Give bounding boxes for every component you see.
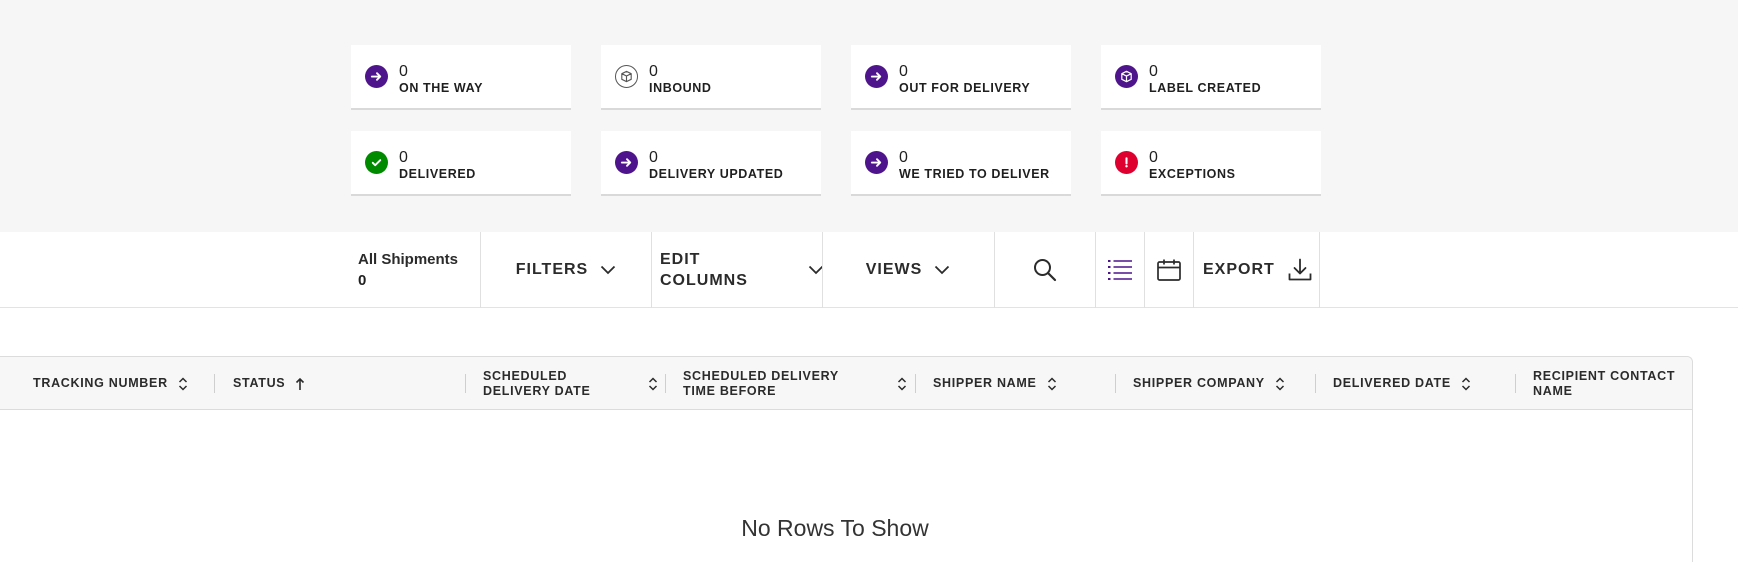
column-divider[interactable]	[915, 374, 916, 393]
column-header-line: TIME BEFORE	[683, 383, 777, 398]
column-header-label: SHIPPER NAME	[933, 376, 1037, 390]
column-header-status[interactable]: STATUS	[233, 357, 463, 409]
calendar-view-toggle[interactable]	[1145, 232, 1193, 308]
edit-columns-label-line1: EDIT	[660, 251, 701, 268]
column-header-label: TRACKING NUMBER	[33, 376, 168, 390]
list-view-icon	[1108, 260, 1132, 280]
grid-header-row: TRACKING NUMBER STATUS SCHEDULED DELIVER…	[0, 357, 1692, 410]
filters-label: FILTERS	[515, 261, 589, 278]
summary-label: INBOUND	[649, 81, 712, 95]
edit-columns-dropdown[interactable]: EDIT COLUMNS	[652, 232, 824, 308]
column-divider[interactable]	[1515, 374, 1516, 393]
sort-icon	[178, 376, 187, 391]
summary-label: ON THE WAY	[399, 81, 484, 95]
package-icon	[615, 65, 638, 88]
calendar-icon	[1157, 259, 1181, 281]
summary-card-we-tried-to-deliver[interactable]: 0 WE TRIED TO DELIVER	[851, 131, 1071, 196]
summary-label: EXCEPTIONS	[1149, 167, 1236, 181]
column-header-label: STATUS	[233, 376, 286, 390]
filters-dropdown[interactable]: FILTERS	[481, 232, 651, 308]
summary-count: 0	[399, 63, 408, 80]
sort-icon	[1461, 376, 1470, 391]
export-button[interactable]: EXPORT	[1194, 232, 1319, 308]
summary-count: 0	[899, 63, 908, 80]
summary-count: 0	[399, 149, 408, 166]
column-header-label: SHIPPER COMPANY	[1133, 376, 1265, 390]
column-header-line: SCHEDULED DELIVERY	[683, 368, 839, 383]
summary-label: LABEL CREATED	[1149, 81, 1262, 95]
summary-card-out-for-delivery[interactable]: 0 OUT FOR DELIVERY	[851, 45, 1071, 110]
summary-card-delivery-updated[interactable]: 0 DELIVERY UPDATED	[601, 131, 821, 196]
summary-count: 0	[649, 63, 658, 80]
download-icon	[1288, 258, 1312, 281]
check-icon	[365, 151, 388, 174]
summary-count: 0	[899, 149, 908, 166]
summary-card-label-created[interactable]: 0 LABEL CREATED	[1101, 45, 1321, 110]
package-icon	[1115, 65, 1138, 88]
sort-icon	[648, 376, 658, 391]
arrow-right-icon	[865, 65, 888, 88]
arrow-right-icon	[365, 65, 388, 88]
all-shipments-count: 0	[358, 272, 367, 289]
summary-count: 0	[1149, 63, 1158, 80]
search-icon	[1034, 259, 1057, 282]
sort-ascending-icon	[296, 377, 305, 390]
column-header-line: NAME	[1533, 383, 1573, 398]
column-header-line: RECIPIENT CONTACT	[1533, 368, 1676, 383]
column-header-tracking-number[interactable]: TRACKING NUMBER	[33, 357, 211, 409]
shipments-grid: TRACKING NUMBER STATUS SCHEDULED DELIVER…	[0, 356, 1693, 562]
sort-icon	[1047, 376, 1056, 391]
column-header-label: SCHEDULED DELIVERY TIME BEFORE	[683, 369, 839, 399]
list-view-toggle[interactable]	[1096, 232, 1144, 308]
summary-card-on-the-way[interactable]: 0 ON THE WAY	[351, 45, 571, 110]
column-header-line: SCHEDULED	[483, 368, 568, 383]
chevron-down-icon	[601, 265, 616, 275]
column-divider[interactable]	[214, 374, 215, 393]
arrow-right-icon	[615, 151, 638, 174]
all-shipments-summary: All Shipments 0	[358, 232, 478, 308]
edit-columns-label-line2: COLUMNS	[660, 272, 748, 289]
empty-grid-message: No Rows To Show	[741, 515, 929, 541]
summary-card-exceptions[interactable]: 0 EXCEPTIONS	[1101, 131, 1321, 196]
column-divider[interactable]	[665, 374, 666, 393]
exclamation-icon	[1115, 151, 1138, 174]
column-header-label: RECIPIENT CONTACT NAME	[1533, 369, 1675, 399]
column-divider[interactable]	[1115, 374, 1116, 393]
all-shipments-label: All Shipments	[358, 251, 459, 268]
column-header-label: DELIVERED DATE	[1333, 376, 1451, 390]
summary-count: 0	[649, 149, 658, 166]
shipments-toolbar: All Shipments 0 FILTERS EDIT COLUMNS VIE…	[0, 232, 1738, 308]
column-header-scheduled-delivery-time-before[interactable]: SCHEDULED DELIVERY TIME BEFORE	[683, 357, 907, 409]
export-label: EXPORT	[1203, 261, 1275, 278]
search-button[interactable]	[995, 232, 1095, 308]
views-dropdown[interactable]: VIEWS	[823, 232, 993, 308]
sort-icon	[1275, 376, 1284, 391]
column-header-scheduled-delivery-date[interactable]: SCHEDULED DELIVERY DATE	[483, 357, 659, 409]
column-divider[interactable]	[1315, 374, 1316, 393]
summary-label: OUT FOR DELIVERY	[899, 81, 1031, 95]
toolbar-divider	[1319, 232, 1320, 308]
views-label: VIEWS	[865, 261, 923, 278]
column-header-shipper-company[interactable]: SHIPPER COMPANY	[1133, 357, 1313, 409]
column-header-label: SCHEDULED DELIVERY DATE	[483, 369, 591, 399]
summary-label: DELIVERY UPDATED	[649, 167, 784, 181]
column-header-delivered-date[interactable]: DELIVERED DATE	[1333, 357, 1513, 409]
sort-icon	[897, 376, 907, 391]
summary-count: 0	[1149, 149, 1158, 166]
column-header-line: DELIVERY DATE	[483, 383, 591, 398]
chevron-down-icon	[935, 265, 950, 275]
shipment-summary-panel: 0 ON THE WAY 0 INBOUND 0 OUT FOR DELIVER…	[0, 0, 1738, 232]
column-divider[interactable]	[465, 374, 466, 393]
summary-label: WE TRIED TO DELIVER	[899, 167, 1050, 181]
arrow-right-icon	[865, 151, 888, 174]
edit-columns-label: EDIT COLUMNS	[660, 249, 748, 291]
summary-label: DELIVERED	[399, 167, 476, 181]
column-header-recipient-contact-name[interactable]: RECIPIENT CONTACT NAME	[1533, 357, 1692, 409]
summary-card-delivered[interactable]: 0 DELIVERED	[351, 131, 571, 196]
column-header-shipper-name[interactable]: SHIPPER NAME	[933, 357, 1113, 409]
summary-card-inbound[interactable]: 0 INBOUND	[601, 45, 821, 110]
